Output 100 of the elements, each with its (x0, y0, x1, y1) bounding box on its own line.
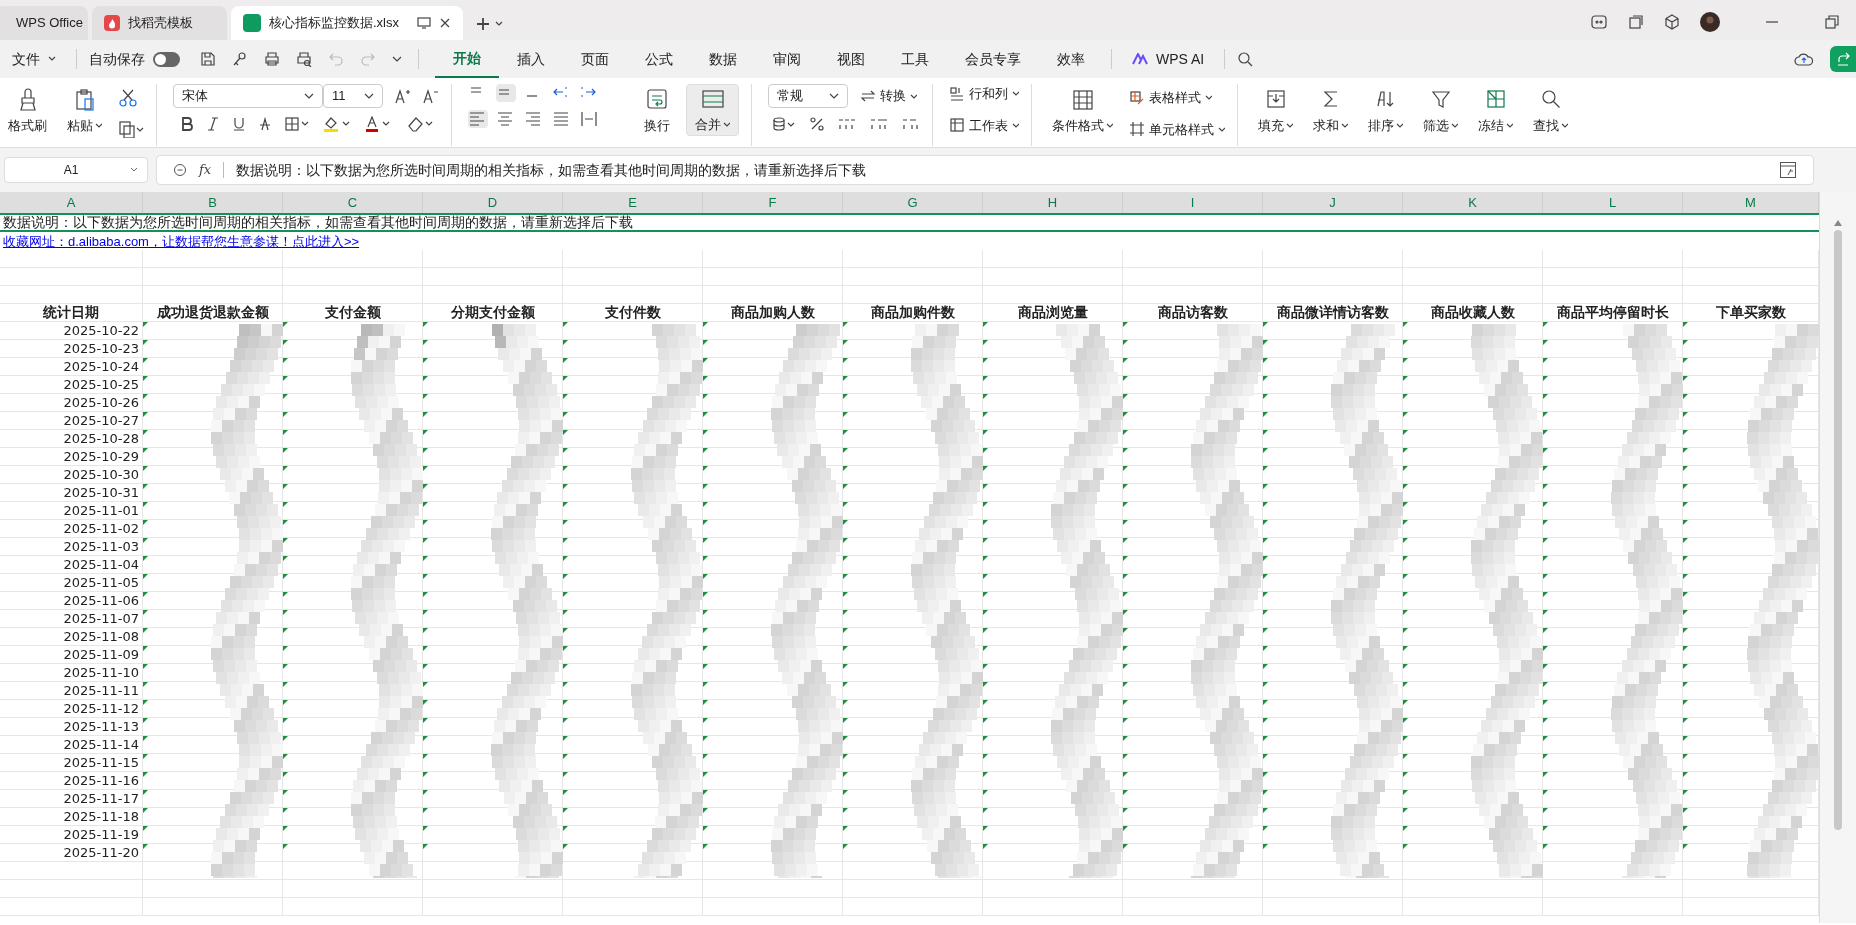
eraser-icon[interactable] (407, 116, 435, 132)
find-button[interactable]: 查找 (1529, 84, 1572, 136)
chevron-down-icon[interactable] (495, 20, 503, 28)
column-header[interactable]: F (703, 192, 843, 213)
file-menu[interactable]: 文件 (4, 48, 64, 70)
column-header[interactable]: I (1123, 192, 1263, 213)
column-header[interactable]: G (843, 192, 983, 213)
ribbon-tab[interactable]: 视图 (819, 40, 883, 78)
ribbon-tab[interactable]: 工具 (883, 40, 947, 78)
description-cell[interactable]: 数据说明：以下数据为您所选时间周期的相关指标，如需查看其他时间周期的数据，请重新选择后下载 (0, 213, 1819, 232)
column-header[interactable]: E (563, 192, 703, 213)
print-icon[interactable] (264, 51, 280, 67)
window-tile-icon[interactable] (1628, 14, 1644, 30)
print-preview-icon[interactable] (296, 51, 312, 67)
plus-icon[interactable] (475, 16, 491, 32)
app-tab[interactable]: 核心指标监控数据.xlsx (231, 6, 463, 40)
percent-icon[interactable] (810, 117, 824, 131)
database-icon[interactable] (772, 116, 796, 132)
wrap-text-button[interactable]: 换行 (640, 84, 674, 136)
link-text[interactable]: 收藏网址：d.alibaba.com，让数据帮您生意参谋！点此进入>> (0, 232, 363, 250)
restore-icon[interactable] (1824, 14, 1840, 30)
conditional-format-button[interactable]: 条件格式 (1048, 84, 1117, 136)
decrease-font-icon[interactable] (423, 88, 439, 104)
chevron-down-icon (1106, 122, 1113, 130)
decrease-decimal-icon[interactable] (902, 117, 920, 131)
format-painter-button[interactable]: 格式刷 (4, 84, 51, 136)
paste-button[interactable]: 粘贴 (63, 84, 106, 136)
column-header[interactable]: A (0, 192, 143, 213)
column-header[interactable]: K (1403, 192, 1543, 213)
sort-button[interactable]: 排序 (1364, 84, 1407, 136)
ribbon-tab[interactable]: 数据 (691, 40, 755, 78)
column-header[interactable]: D (423, 192, 563, 213)
column-header[interactable]: C (283, 192, 423, 213)
scroll-up-icon[interactable] (1834, 220, 1842, 226)
monitor-icon[interactable] (417, 17, 431, 29)
function-panel-icon[interactable] (1779, 161, 1797, 179)
ribbon-tab[interactable]: 效率 (1039, 40, 1103, 78)
assistant-face-icon[interactable] (1590, 13, 1608, 31)
scrollbar-thumb[interactable] (1834, 230, 1842, 830)
fill-color-icon[interactable] (323, 116, 351, 132)
column-title: 支付金额 (283, 304, 423, 322)
increase-decimal-icon[interactable] (870, 117, 888, 131)
name-box[interactable]: A1 (4, 157, 148, 183)
freeze-button[interactable]: 冻结 (1474, 84, 1517, 136)
formula-bar[interactable]: fx 数据说明：以下数据为您所选时间周期的相关指标，如需查看其他时间周期的数据，请重新选择后下载 (156, 155, 1814, 185)
borders-icon[interactable] (285, 117, 309, 131)
distributed-icon[interactable] (580, 110, 600, 128)
vertical-scrollbar[interactable] (1819, 192, 1856, 923)
ribbon-tab[interactable]: 会员专享 (947, 40, 1039, 78)
cloud-upload-icon[interactable] (1794, 51, 1814, 67)
column-header[interactable]: B (143, 192, 283, 213)
worksheet-button[interactable]: 工作表 (949, 115, 1019, 135)
font-size-field[interactable]: 11 (323, 84, 383, 108)
column-header[interactable]: H (983, 192, 1123, 213)
save-icon[interactable] (200, 51, 216, 67)
autosave-toggle[interactable] (153, 51, 180, 67)
filter-button[interactable]: 筛选 (1419, 84, 1462, 136)
copy-icon[interactable] (118, 120, 144, 138)
number-format-field[interactable]: 常规 (768, 84, 848, 108)
italic-icon[interactable] (207, 117, 219, 131)
merge-button[interactable]: 合并 (686, 84, 739, 136)
chevron-down-icon[interactable] (392, 55, 402, 63)
search-icon[interactable] (1237, 51, 1254, 67)
underline-icon[interactable] (233, 117, 245, 131)
zoom-icon[interactable] (173, 163, 187, 177)
strikethrough-icon[interactable] (259, 117, 271, 131)
column-header[interactable]: M (1683, 192, 1819, 213)
table-style-button[interactable]: 表格样式 (1129, 88, 1225, 108)
avatar-icon[interactable] (1700, 12, 1720, 32)
column-title: 商品平均停留时长 (1543, 304, 1683, 322)
ribbon-tab[interactable]: 插入 (499, 40, 563, 78)
app-tab[interactable]: 找稻壳模板 (92, 6, 227, 40)
chevron-down-icon (1506, 122, 1513, 130)
chevron-down-icon (1205, 94, 1212, 102)
close-icon[interactable] (439, 17, 451, 29)
convert-button[interactable]: 转换 (860, 86, 917, 106)
ribbon-tab[interactable]: 审阅 (755, 40, 819, 78)
scissors-icon[interactable] (118, 88, 138, 108)
sum-button[interactable]: 求和 (1309, 84, 1352, 136)
column-header[interactable]: L (1543, 192, 1683, 213)
font-name-field[interactable]: 宋体 (173, 84, 323, 108)
bold-icon[interactable] (181, 117, 193, 131)
table-brush-icon (1129, 89, 1145, 106)
column-header[interactable]: J (1263, 192, 1403, 213)
cell-style-button[interactable]: 单元格样式 (1129, 119, 1225, 139)
align-left-icon[interactable] (468, 110, 488, 128)
rows-columns-button[interactable]: 行和列 (949, 84, 1019, 104)
fx-button[interactable]: fx (199, 160, 212, 180)
wps-ai-button[interactable]: WPS AI (1120, 48, 1217, 70)
ribbon-tab[interactable]: 页面 (563, 40, 627, 78)
key-icon[interactable] (232, 51, 248, 67)
table-cell: 2025-10-23 (0, 340, 143, 358)
increase-font-icon[interactable] (395, 88, 411, 104)
cube-icon[interactable] (1664, 14, 1680, 30)
align-middle-icon[interactable] (496, 84, 516, 102)
ribbon-tab[interactable]: 公式 (627, 40, 691, 78)
fill-down-button[interactable]: 填充 (1254, 84, 1297, 136)
thousands-separator-icon[interactable] (838, 117, 856, 131)
app-tab[interactable]: WPS Office (0, 6, 88, 40)
share-button[interactable] (1830, 46, 1856, 72)
